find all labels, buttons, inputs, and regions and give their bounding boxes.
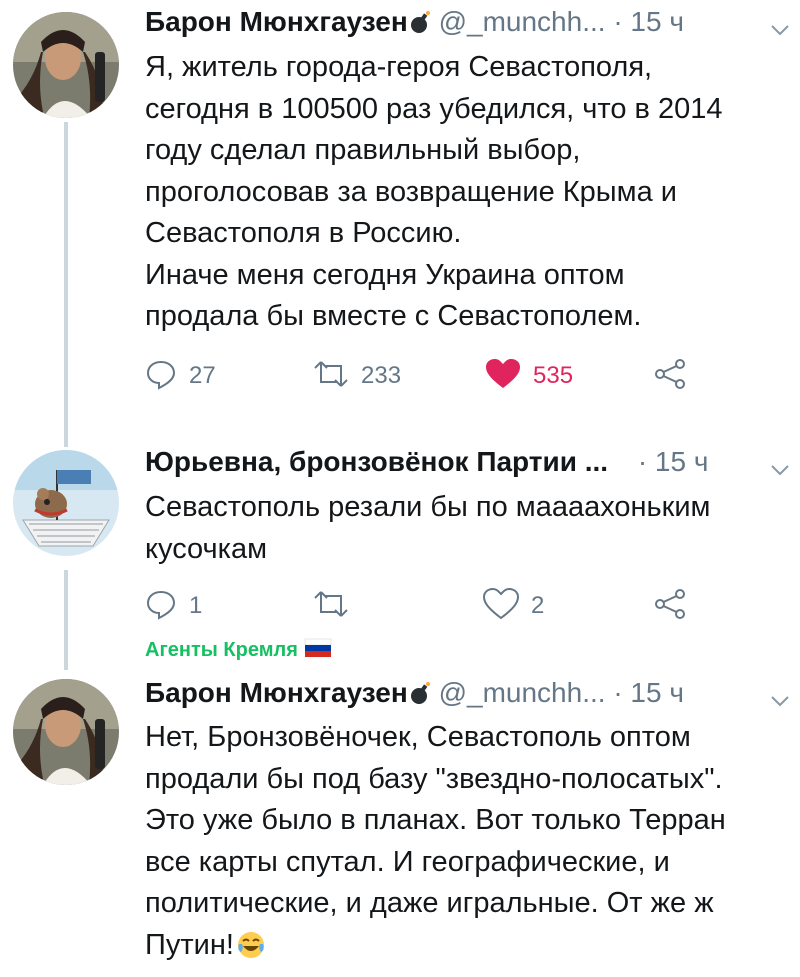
tweet-header: Барон Мюнхгаузен @_munchh... · 15 ч (145, 673, 790, 713)
tweet-line: Севастополя в Россию. (145, 217, 462, 249)
tweet-actions: 1 2 (145, 586, 705, 626)
tweet[interactable]: Барон Мюнхгаузен @_munchh... · 15 ч Я, ж… (0, 0, 800, 440)
tweet[interactable]: Барон Мюнхгаузен @_munchh... · 15 ч Нет,… (0, 665, 800, 977)
like-button[interactable]: 2 (482, 586, 545, 626)
like-count: 535 (533, 362, 574, 389)
tweet-line: Иначе меня сегодня Украина оптом (145, 258, 625, 291)
timestamp[interactable]: · 15 ч (613, 6, 684, 37)
retweet-icon (313, 360, 349, 393)
heart-outline-icon (482, 587, 520, 625)
tweet-line: Нет, Бронзовёночек, Севастополь оптом (145, 721, 691, 753)
chevron-down-icon[interactable] (770, 448, 790, 488)
reply-count: 27 (189, 362, 216, 389)
retweet-icon (313, 590, 349, 623)
tag-label: Агенты Кремля (145, 639, 298, 661)
tweet-line: Это уже было в планах. Вот только Терран (145, 804, 726, 836)
tweet-header: Барон Мюнхгаузен @_munchh... · 15 ч (145, 2, 790, 42)
tweet-line: Я, житель города-героя Севастополя, (145, 51, 653, 83)
author-handle[interactable]: @_munchh... (439, 6, 606, 37)
reply-button[interactable]: 1 (145, 586, 202, 626)
tweet-line-last: Путин! (145, 925, 785, 973)
like-button[interactable]: 535 (485, 356, 573, 396)
avatar[interactable] (13, 679, 119, 785)
author-handle[interactable]: @_munchh... (439, 677, 606, 708)
like-count: 2 (531, 592, 545, 619)
author-name[interactable]: Юрьевна, бронзовёнок Партии ... (145, 446, 608, 477)
tweet-text: Нет, Бронзовёночек, Севастополь оптом пр… (145, 717, 785, 972)
share-icon (653, 358, 687, 395)
avatar[interactable] (13, 450, 119, 556)
reply-count: 1 (189, 592, 203, 619)
bomb-icon (409, 5, 431, 45)
tweet-line: продала бы вместе с Севастополем. (145, 300, 642, 332)
share-button[interactable] (653, 586, 687, 626)
tweet-line: кусочкам (145, 532, 268, 565)
tweet[interactable]: Юрьевна, бронзовёнок Партии ... · 15 ч С… (0, 440, 800, 665)
tears-of-joy-emoji (236, 930, 266, 973)
tweet-line: Севастополь резали бы по маааахоньким (145, 491, 711, 523)
chevron-down-icon[interactable] (770, 679, 790, 719)
tweet-line: все карты спутал. И географические, и (145, 845, 670, 878)
timestamp[interactable]: · 15 ч (613, 677, 684, 708)
share-icon (653, 588, 687, 625)
tweet-actions: 27 233 535 (145, 356, 705, 396)
heart-filled-icon (485, 358, 521, 395)
tweet-line: продали бы под базу "звездно-полосатых". (145, 762, 723, 795)
tweet-text: Я, житель города-героя Севастополя, сего… (145, 47, 785, 338)
tweet-header: Юрьевна, бронзовёнок Партии ... · 15 ч (145, 442, 790, 482)
tweet-line: политические, и даже игральные. От же ж (145, 887, 714, 919)
list-tag[interactable]: Агенты Кремля (145, 638, 332, 664)
retweet-button[interactable]: 233 (313, 356, 401, 396)
retweet-button[interactable] (313, 586, 361, 626)
tweet-line: году сделал правильный выбор, (145, 134, 581, 166)
timestamp[interactable]: · 15 ч (638, 446, 709, 477)
reply-icon (145, 358, 177, 395)
tweet-line: проголосовав за возвращение Крыма и (145, 175, 677, 208)
chevron-down-icon[interactable] (770, 8, 790, 48)
author-name[interactable]: Барон Мюнхгаузен (145, 677, 408, 708)
tweet-text: Севастополь резали бы по маааахоньким ку… (145, 487, 785, 570)
bomb-icon (409, 676, 431, 716)
tweet-line: сегодня в 100500 раз убедился, что в 201… (145, 92, 723, 125)
reply-button[interactable]: 27 (145, 356, 216, 396)
tweet-line: Путин! (145, 928, 234, 961)
author-name[interactable]: Барон Мюнхгаузен (145, 6, 408, 37)
reply-icon (145, 588, 177, 625)
retweet-count: 233 (361, 362, 402, 389)
avatar[interactable] (13, 12, 119, 118)
share-button[interactable] (653, 356, 687, 396)
russia-flag-icon (304, 638, 332, 664)
